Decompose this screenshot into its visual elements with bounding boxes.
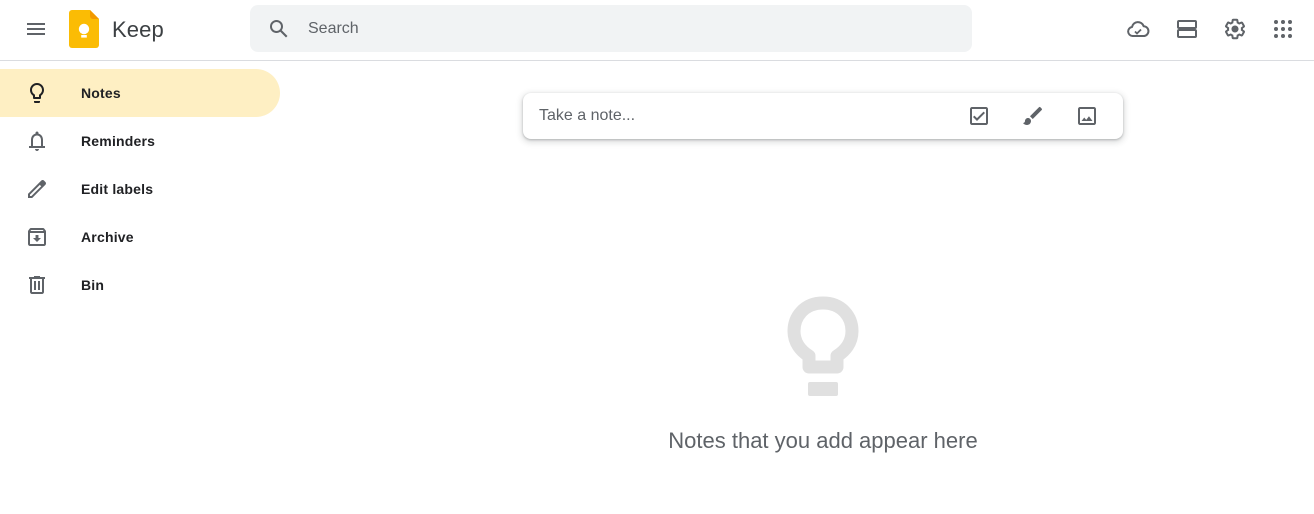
search-bar[interactable] xyxy=(250,5,972,52)
bell-icon xyxy=(29,131,45,151)
lightbulb-icon xyxy=(787,296,859,396)
new-list-checkbox-icon xyxy=(970,107,988,125)
cloud-sync-icon xyxy=(1127,21,1150,38)
new-drawing-brush-icon xyxy=(1023,106,1043,125)
search-button[interactable] xyxy=(250,17,308,41)
archive-icon xyxy=(28,228,46,246)
sidebar-nav: Notes Reminders Edit labels Archive Bin xyxy=(0,69,280,309)
sidebar-item-reminders[interactable]: Reminders xyxy=(0,117,280,165)
search-icon xyxy=(270,19,288,37)
settings-button[interactable] xyxy=(1211,5,1259,53)
new-image-button[interactable] xyxy=(1065,94,1109,138)
top-app-bar: Keep xyxy=(0,0,1314,61)
search-input[interactable] xyxy=(308,19,908,38)
settings-gear-icon xyxy=(1224,18,1246,40)
new-list-button[interactable] xyxy=(957,94,1001,138)
refresh-button[interactable] xyxy=(1114,5,1162,53)
list-view-icon xyxy=(1177,20,1197,38)
new-image-icon xyxy=(1078,107,1096,125)
keep-logo-icon[interactable] xyxy=(69,10,99,48)
main-menu-button[interactable] xyxy=(12,5,60,53)
sidebar-item-notes[interactable]: Notes xyxy=(0,69,280,117)
sidebar-item-bin[interactable]: Bin xyxy=(0,261,280,309)
sidebar-item-edit-labels[interactable]: Edit labels xyxy=(0,165,280,213)
apps-grid-icon xyxy=(1274,20,1292,38)
sidebar-item-label: Notes xyxy=(81,85,121,101)
list-view-button[interactable] xyxy=(1163,5,1211,53)
new-drawing-button[interactable] xyxy=(1011,94,1055,138)
take-note-input[interactable] xyxy=(539,107,949,125)
sidebar-item-label: Bin xyxy=(81,277,105,293)
take-note-bar[interactable] xyxy=(523,93,1123,139)
trash-icon xyxy=(29,276,45,294)
google-apps-button[interactable] xyxy=(1259,5,1307,53)
sidebar-item-label: Archive xyxy=(81,229,134,245)
hamburger-menu-icon xyxy=(27,23,45,35)
empty-state-message: Notes that you add appear here xyxy=(668,428,978,453)
lightbulb-icon xyxy=(30,83,44,103)
sidebar-item-archive[interactable]: Archive xyxy=(0,213,280,261)
sidebar-item-label: Reminders xyxy=(81,133,156,149)
sidebar-item-label: Edit labels xyxy=(81,181,154,197)
app-title[interactable]: Keep xyxy=(112,17,164,43)
pencil-icon xyxy=(28,180,47,198)
